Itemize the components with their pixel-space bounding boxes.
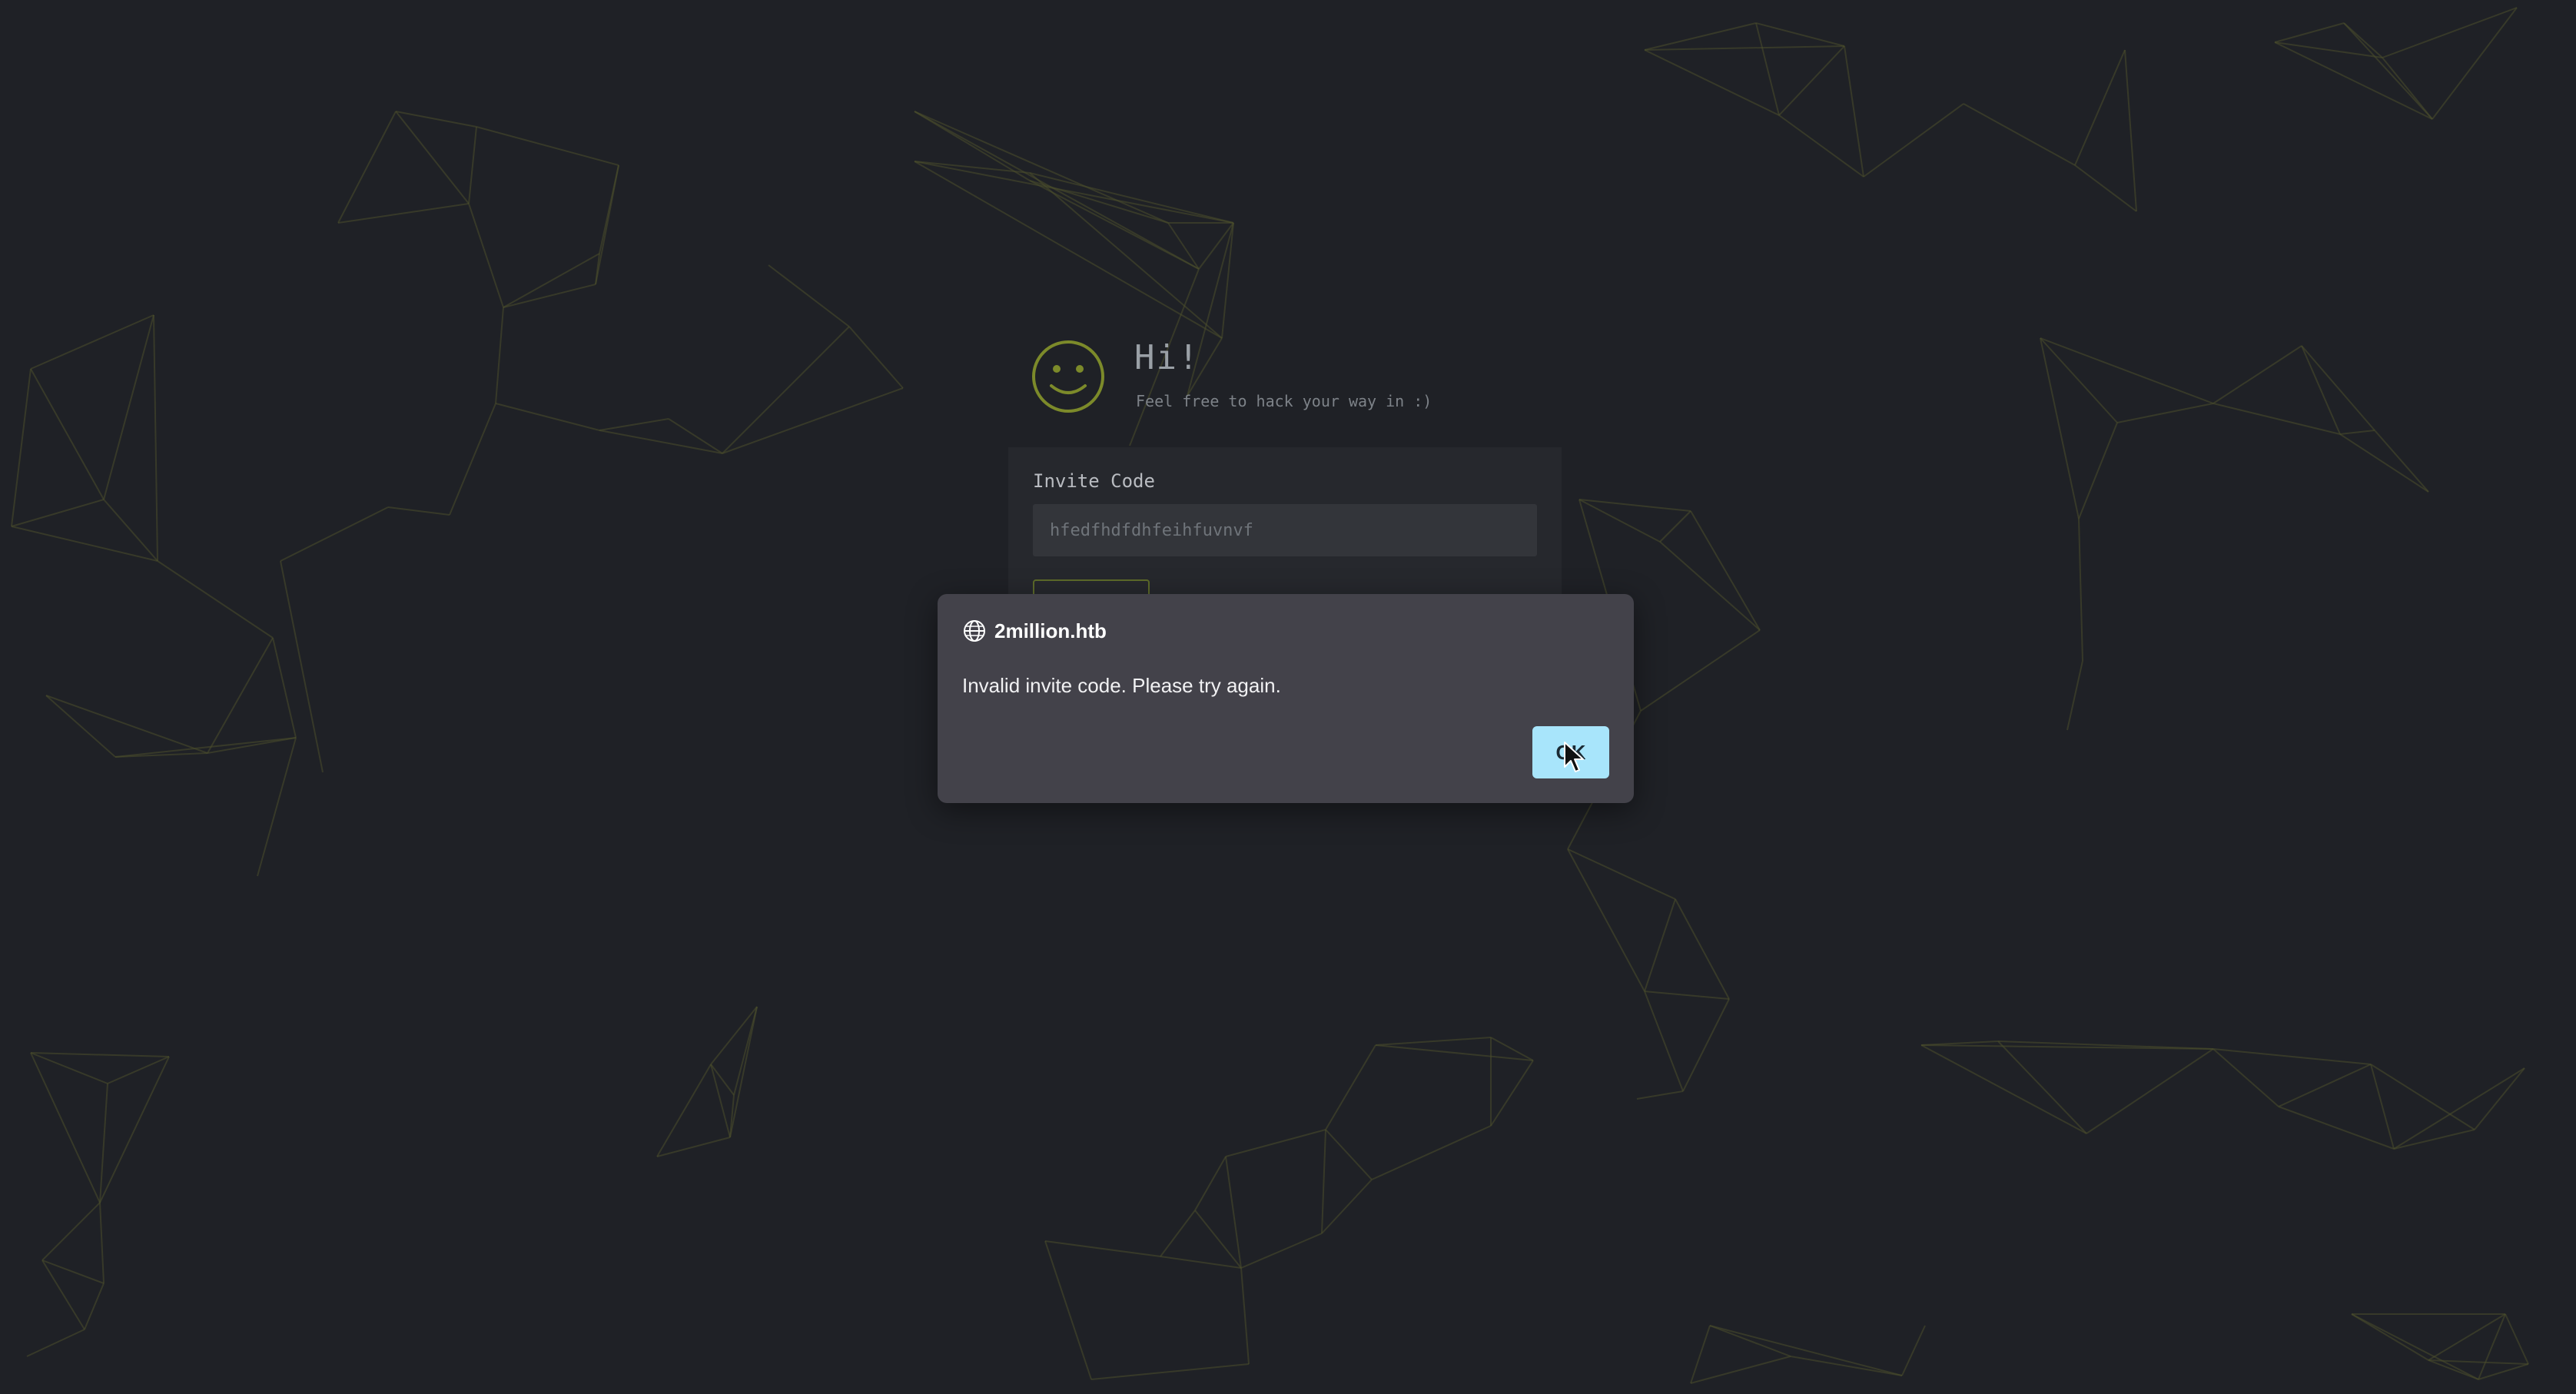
dialog-message: Invalid invite code. Please try again. xyxy=(962,674,1281,697)
alert-dialog: 2million.htb Invalid invite code. Please… xyxy=(938,594,1634,803)
dialog-origin: 2million.htb xyxy=(962,617,1107,645)
mouse-cursor-icon xyxy=(1564,742,1584,772)
dialog-origin-text: 2million.htb xyxy=(994,619,1107,642)
browser-viewport: Hi! Feel free to hack your way in :) Inv… xyxy=(0,0,2576,1394)
globe-icon xyxy=(964,620,985,642)
